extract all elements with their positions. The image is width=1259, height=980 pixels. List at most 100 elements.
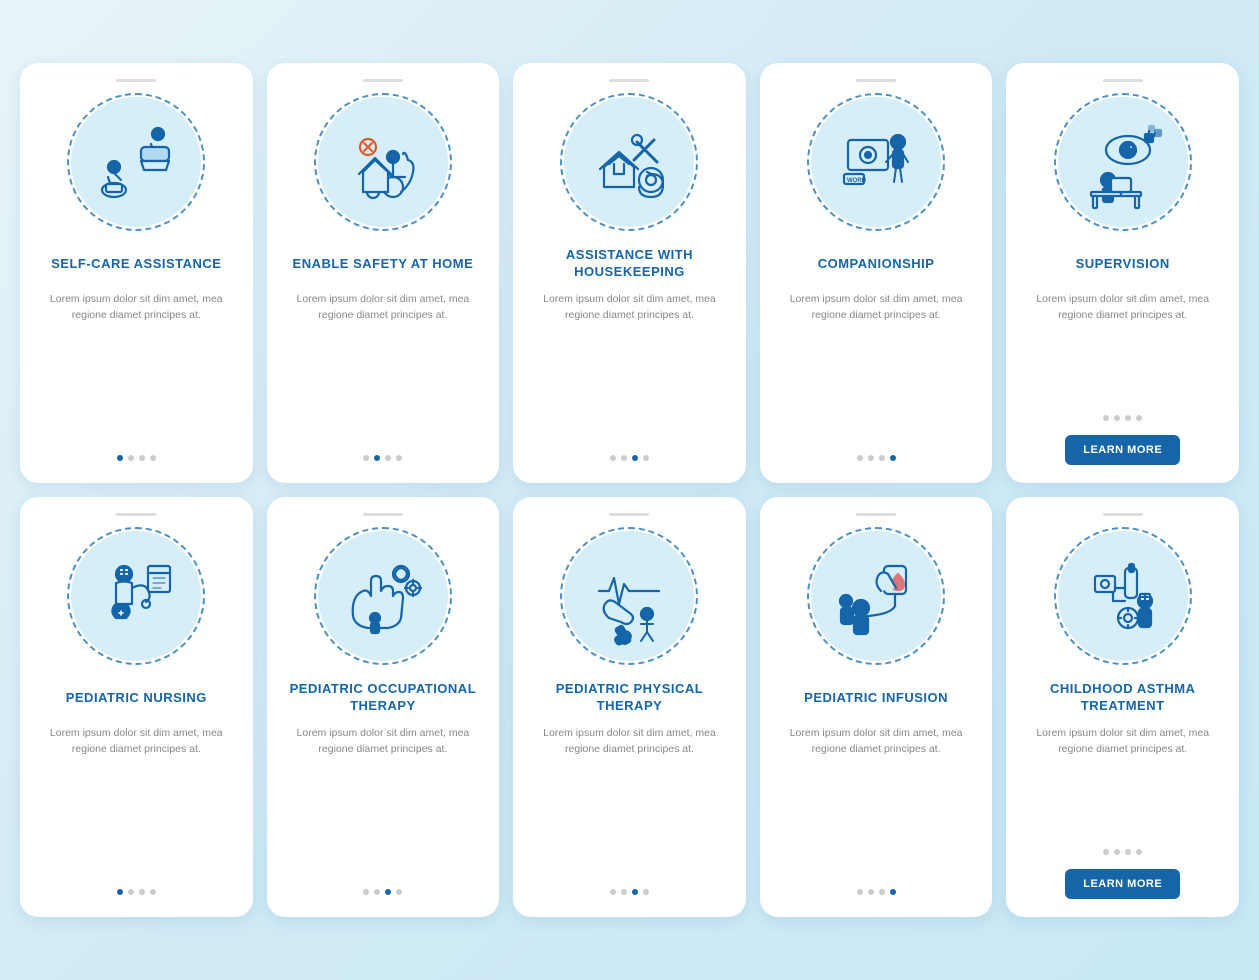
dot-3 — [632, 889, 638, 895]
card-desc: Lorem ipsum dolor sit dim amet, mea regi… — [34, 726, 239, 877]
dot-1 — [117, 455, 123, 461]
dot-3 — [879, 455, 885, 461]
card-top-dash — [1103, 513, 1143, 516]
dots-row — [1103, 415, 1142, 421]
dots-row — [363, 889, 402, 895]
dot-3 — [385, 455, 391, 461]
self-care-icon — [86, 112, 186, 212]
card-safety-home: ENABLE SAFETY AT HOME Lorem ipsum dolor … — [267, 63, 500, 483]
card-title: SUPERVISION — [1076, 246, 1170, 282]
learn-more-button-asthma[interactable]: LEARN MORE — [1065, 869, 1180, 899]
dot-4 — [890, 889, 896, 895]
dot-3 — [1125, 415, 1131, 421]
card-top-dash — [363, 79, 403, 82]
card-asthma-treatment: CHILDHOOD ASTHMA TREATMENT Lorem ipsum d… — [1006, 497, 1239, 917]
dot-2 — [868, 889, 874, 895]
dot-1 — [1103, 415, 1109, 421]
card-desc: Lorem ipsum dolor sit dim amet, mea regi… — [774, 726, 979, 877]
card-top-dash — [609, 79, 649, 82]
dot-4 — [150, 889, 156, 895]
icon-area-physical — [559, 526, 699, 666]
dot-4 — [890, 455, 896, 461]
dot-3 — [879, 889, 885, 895]
card-desc: Lorem ipsum dolor sit dim amet, mea regi… — [527, 726, 732, 877]
card-physical-therapy: PEDIATRIC PHYSICAL THERAPY Lorem ipsum d… — [513, 497, 746, 917]
learn-more-button-supervision[interactable]: LEARN MORE — [1065, 435, 1180, 465]
icon-area-housekeeping — [559, 92, 699, 232]
card-title: PEDIATRIC NURSING — [66, 680, 207, 716]
pediatric-infusion-icon — [826, 546, 926, 646]
card-desc: Lorem ipsum dolor sit dim amet, mea regi… — [34, 292, 239, 443]
dot-2 — [868, 455, 874, 461]
card-title: PEDIATRIC PHYSICAL THERAPY — [527, 680, 732, 716]
cards-grid: SELF-CARE ASSISTANCE Lorem ipsum dolor s… — [20, 63, 1239, 917]
card-title: ENABLE SAFETY AT HOME — [293, 246, 474, 282]
card-self-care: SELF-CARE ASSISTANCE Lorem ipsum dolor s… — [20, 63, 253, 483]
card-companionship: WORD COMPANIONSHIP Lorem ipsum dolor sit… — [760, 63, 993, 483]
card-top-dash — [609, 513, 649, 516]
card-housekeeping: ASSISTANCE WITH HOUSEKEEPING Lorem ipsum… — [513, 63, 746, 483]
icon-area-supervision — [1053, 92, 1193, 232]
dots-row — [117, 889, 156, 895]
card-supervision: SUPERVISION Lorem ipsum dolor sit dim am… — [1006, 63, 1239, 483]
dot-4 — [643, 455, 649, 461]
dot-4 — [150, 455, 156, 461]
dot-1 — [117, 889, 123, 895]
icon-area-self-care — [66, 92, 206, 232]
housekeeping-icon — [579, 112, 679, 212]
asthma-treatment-icon — [1073, 546, 1173, 646]
icon-area-nursing — [66, 526, 206, 666]
card-top-dash — [363, 513, 403, 516]
dot-1 — [857, 455, 863, 461]
dot-2 — [621, 889, 627, 895]
dot-1 — [363, 455, 369, 461]
icon-area-companionship: WORD — [806, 92, 946, 232]
dot-2 — [1114, 415, 1120, 421]
physical-therapy-icon — [579, 546, 679, 646]
dot-3 — [1125, 849, 1131, 855]
dot-3 — [139, 889, 145, 895]
card-top-dash — [1103, 79, 1143, 82]
icon-area-safety — [313, 92, 453, 232]
dot-2 — [1114, 849, 1120, 855]
card-desc: Lorem ipsum dolor sit dim amet, mea regi… — [774, 292, 979, 443]
dot-2 — [128, 455, 134, 461]
icon-area-infusion — [806, 526, 946, 666]
dots-row — [363, 455, 402, 461]
card-desc: Lorem ipsum dolor sit dim amet, mea regi… — [281, 726, 486, 877]
dot-2 — [128, 889, 134, 895]
dot-1 — [363, 889, 369, 895]
card-pediatric-infusion: PEDIATRIC INFUSION Lorem ipsum dolor sit… — [760, 497, 993, 917]
dot-4 — [396, 455, 402, 461]
svg-text:WORD: WORD — [847, 178, 867, 184]
card-desc: Lorem ipsum dolor sit dim amet, mea regi… — [527, 292, 732, 443]
dots-row — [610, 455, 649, 461]
icon-area-occupational — [313, 526, 453, 666]
dot-2 — [374, 455, 380, 461]
safety-home-icon — [333, 112, 433, 212]
dot-3 — [139, 455, 145, 461]
dots-row — [117, 455, 156, 461]
card-top-dash — [116, 513, 156, 516]
dot-1 — [610, 455, 616, 461]
card-title: PEDIATRIC OCCUPATIONAL THERAPY — [281, 680, 486, 716]
pediatric-nursing-icon — [86, 546, 186, 646]
card-title: COMPANIONSHIP — [818, 246, 935, 282]
dot-4 — [643, 889, 649, 895]
dot-3 — [632, 455, 638, 461]
card-top-dash — [116, 79, 156, 82]
dots-row — [857, 889, 896, 895]
dots-row — [857, 455, 896, 461]
dot-1 — [1103, 849, 1109, 855]
dots-row — [1103, 849, 1142, 855]
dot-4 — [1136, 415, 1142, 421]
dot-3 — [385, 889, 391, 895]
card-desc: Lorem ipsum dolor sit dim amet, mea regi… — [1020, 726, 1225, 837]
dot-2 — [374, 889, 380, 895]
card-top-dash — [856, 79, 896, 82]
dot-1 — [857, 889, 863, 895]
card-title: ASSISTANCE WITH HOUSEKEEPING — [527, 246, 732, 282]
card-top-dash — [856, 513, 896, 516]
card-desc: Lorem ipsum dolor sit dim amet, mea regi… — [1020, 292, 1225, 403]
dots-row — [610, 889, 649, 895]
